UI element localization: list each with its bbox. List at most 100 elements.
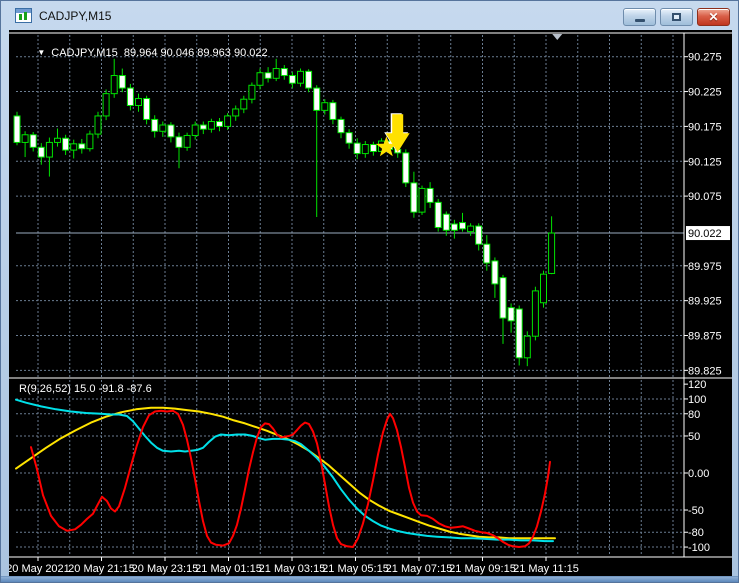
header-low: 89.963 <box>197 47 231 59</box>
candle <box>515 305 523 366</box>
bar-shift-marker-icon[interactable] <box>552 34 563 40</box>
chart-ohlc-header: ▼ CADJPY,M15 89.964 90.046 89.963 90.022 <box>19 35 268 71</box>
candle <box>523 331 531 367</box>
candle <box>548 216 556 275</box>
candle <box>29 131 37 152</box>
candle <box>175 132 183 169</box>
candle <box>224 113 232 130</box>
header-open: 89.964 <box>123 47 158 59</box>
price-axis-label: 90.075 <box>688 191 722 203</box>
candle <box>135 93 142 112</box>
price-axis-label: 90.225 <box>688 87 722 99</box>
candle <box>248 82 256 104</box>
candle <box>418 185 426 215</box>
indicator-line-red <box>30 409 551 548</box>
window-title: CADJPY,M15 <box>39 8 112 23</box>
chart-canvas[interactable]: 90.275 90.225 90.175 90.125 90.075 89.975 89.9… <box>9 30 732 576</box>
candle <box>361 141 369 158</box>
candle <box>369 141 377 156</box>
candle <box>13 111 21 146</box>
candle <box>216 118 223 132</box>
minimize-button[interactable] <box>623 8 656 26</box>
close-button[interactable]: ✕ <box>697 8 730 26</box>
price-axis-label: 89.825 <box>688 365 722 377</box>
candle <box>183 132 191 151</box>
time-axis-label: 20 May 21:15 <box>68 563 135 575</box>
price-axis-label: 89.875 <box>688 331 722 343</box>
time-axis-label: 21 May 03:15 <box>259 563 326 575</box>
time-axis-label: 21 May 07:15 <box>386 563 453 575</box>
candle <box>321 99 329 115</box>
candle <box>54 128 61 147</box>
candle <box>467 223 475 236</box>
candle <box>450 219 458 239</box>
candle <box>531 286 539 341</box>
candle <box>256 68 264 90</box>
candle <box>94 111 102 139</box>
candle <box>143 95 151 125</box>
restore-button[interactable] <box>660 8 693 26</box>
mt4-chart-window: CADJPY,M15 ✕ 90.275 90.225 90.175 90.125 90.… <box>0 0 739 583</box>
candle <box>402 149 410 188</box>
candle <box>459 212 466 232</box>
panel-axis-label: 0.00 <box>688 468 709 480</box>
header-high: 90.046 <box>160 47 195 59</box>
chart-client-area[interactable]: 90.275 90.225 90.175 90.125 90.075 89.975 89.9… <box>9 30 732 576</box>
current-price-label: 90.022 <box>688 228 722 240</box>
candle <box>442 211 450 236</box>
candle <box>491 257 499 298</box>
candle <box>272 58 280 82</box>
candle <box>78 138 86 154</box>
panel-axis-label: 50 <box>688 431 700 443</box>
time-axis-label: 20 May 2021 <box>9 563 70 575</box>
candle <box>37 143 45 165</box>
header-close: 90.022 <box>233 47 268 59</box>
candle <box>118 68 126 93</box>
price-axis-label: 90.125 <box>688 156 722 168</box>
time-axis-label: 21 May 01:15 <box>195 563 262 575</box>
candle <box>297 68 304 87</box>
symbol-dropdown-icon[interactable]: ▼ <box>37 48 45 57</box>
candle <box>345 129 353 149</box>
candle <box>305 69 313 93</box>
panel-axis-label: 120 <box>688 379 706 391</box>
panel-axis-label: 100 <box>688 394 706 406</box>
candle <box>434 198 442 232</box>
candle <box>540 270 547 308</box>
restore-icon <box>672 13 681 21</box>
candle <box>102 89 110 121</box>
candle <box>70 139 78 159</box>
candle <box>240 95 248 114</box>
candle <box>329 99 337 125</box>
candle <box>62 134 70 155</box>
candle <box>151 115 159 138</box>
candle <box>45 137 53 177</box>
panel-axis-label: -100 <box>688 542 710 554</box>
candle <box>410 171 418 218</box>
header-symbol: CADJPY,M15 <box>51 47 118 59</box>
time-axis-label: 21 May 09:15 <box>449 563 516 575</box>
candle <box>126 83 134 111</box>
panel-axis-label: 80 <box>688 409 700 421</box>
close-icon: ✕ <box>708 10 719 24</box>
candle <box>337 116 345 139</box>
time-axis-label: 21 May 05:15 <box>322 563 389 575</box>
minimize-icon <box>634 18 645 22</box>
price-axis-label: 89.925 <box>688 296 722 308</box>
chart-window-icon <box>15 8 32 23</box>
time-axis-label: 21 May 11:15 <box>513 563 579 575</box>
panel-axis-label: -50 <box>688 505 704 517</box>
title-bar[interactable]: CADJPY,M15 ✕ <box>1 1 738 30</box>
candle <box>191 121 199 140</box>
candle <box>507 303 515 333</box>
candle <box>21 131 29 158</box>
candle <box>86 130 94 152</box>
candle <box>499 274 507 344</box>
candle <box>426 182 434 208</box>
candle <box>199 121 207 135</box>
time-axis-label: 20 May 23:15 <box>132 563 199 575</box>
price-axis-label: 90.275 <box>688 52 722 64</box>
candle <box>280 65 288 80</box>
candle <box>207 118 215 133</box>
candle <box>232 105 240 121</box>
